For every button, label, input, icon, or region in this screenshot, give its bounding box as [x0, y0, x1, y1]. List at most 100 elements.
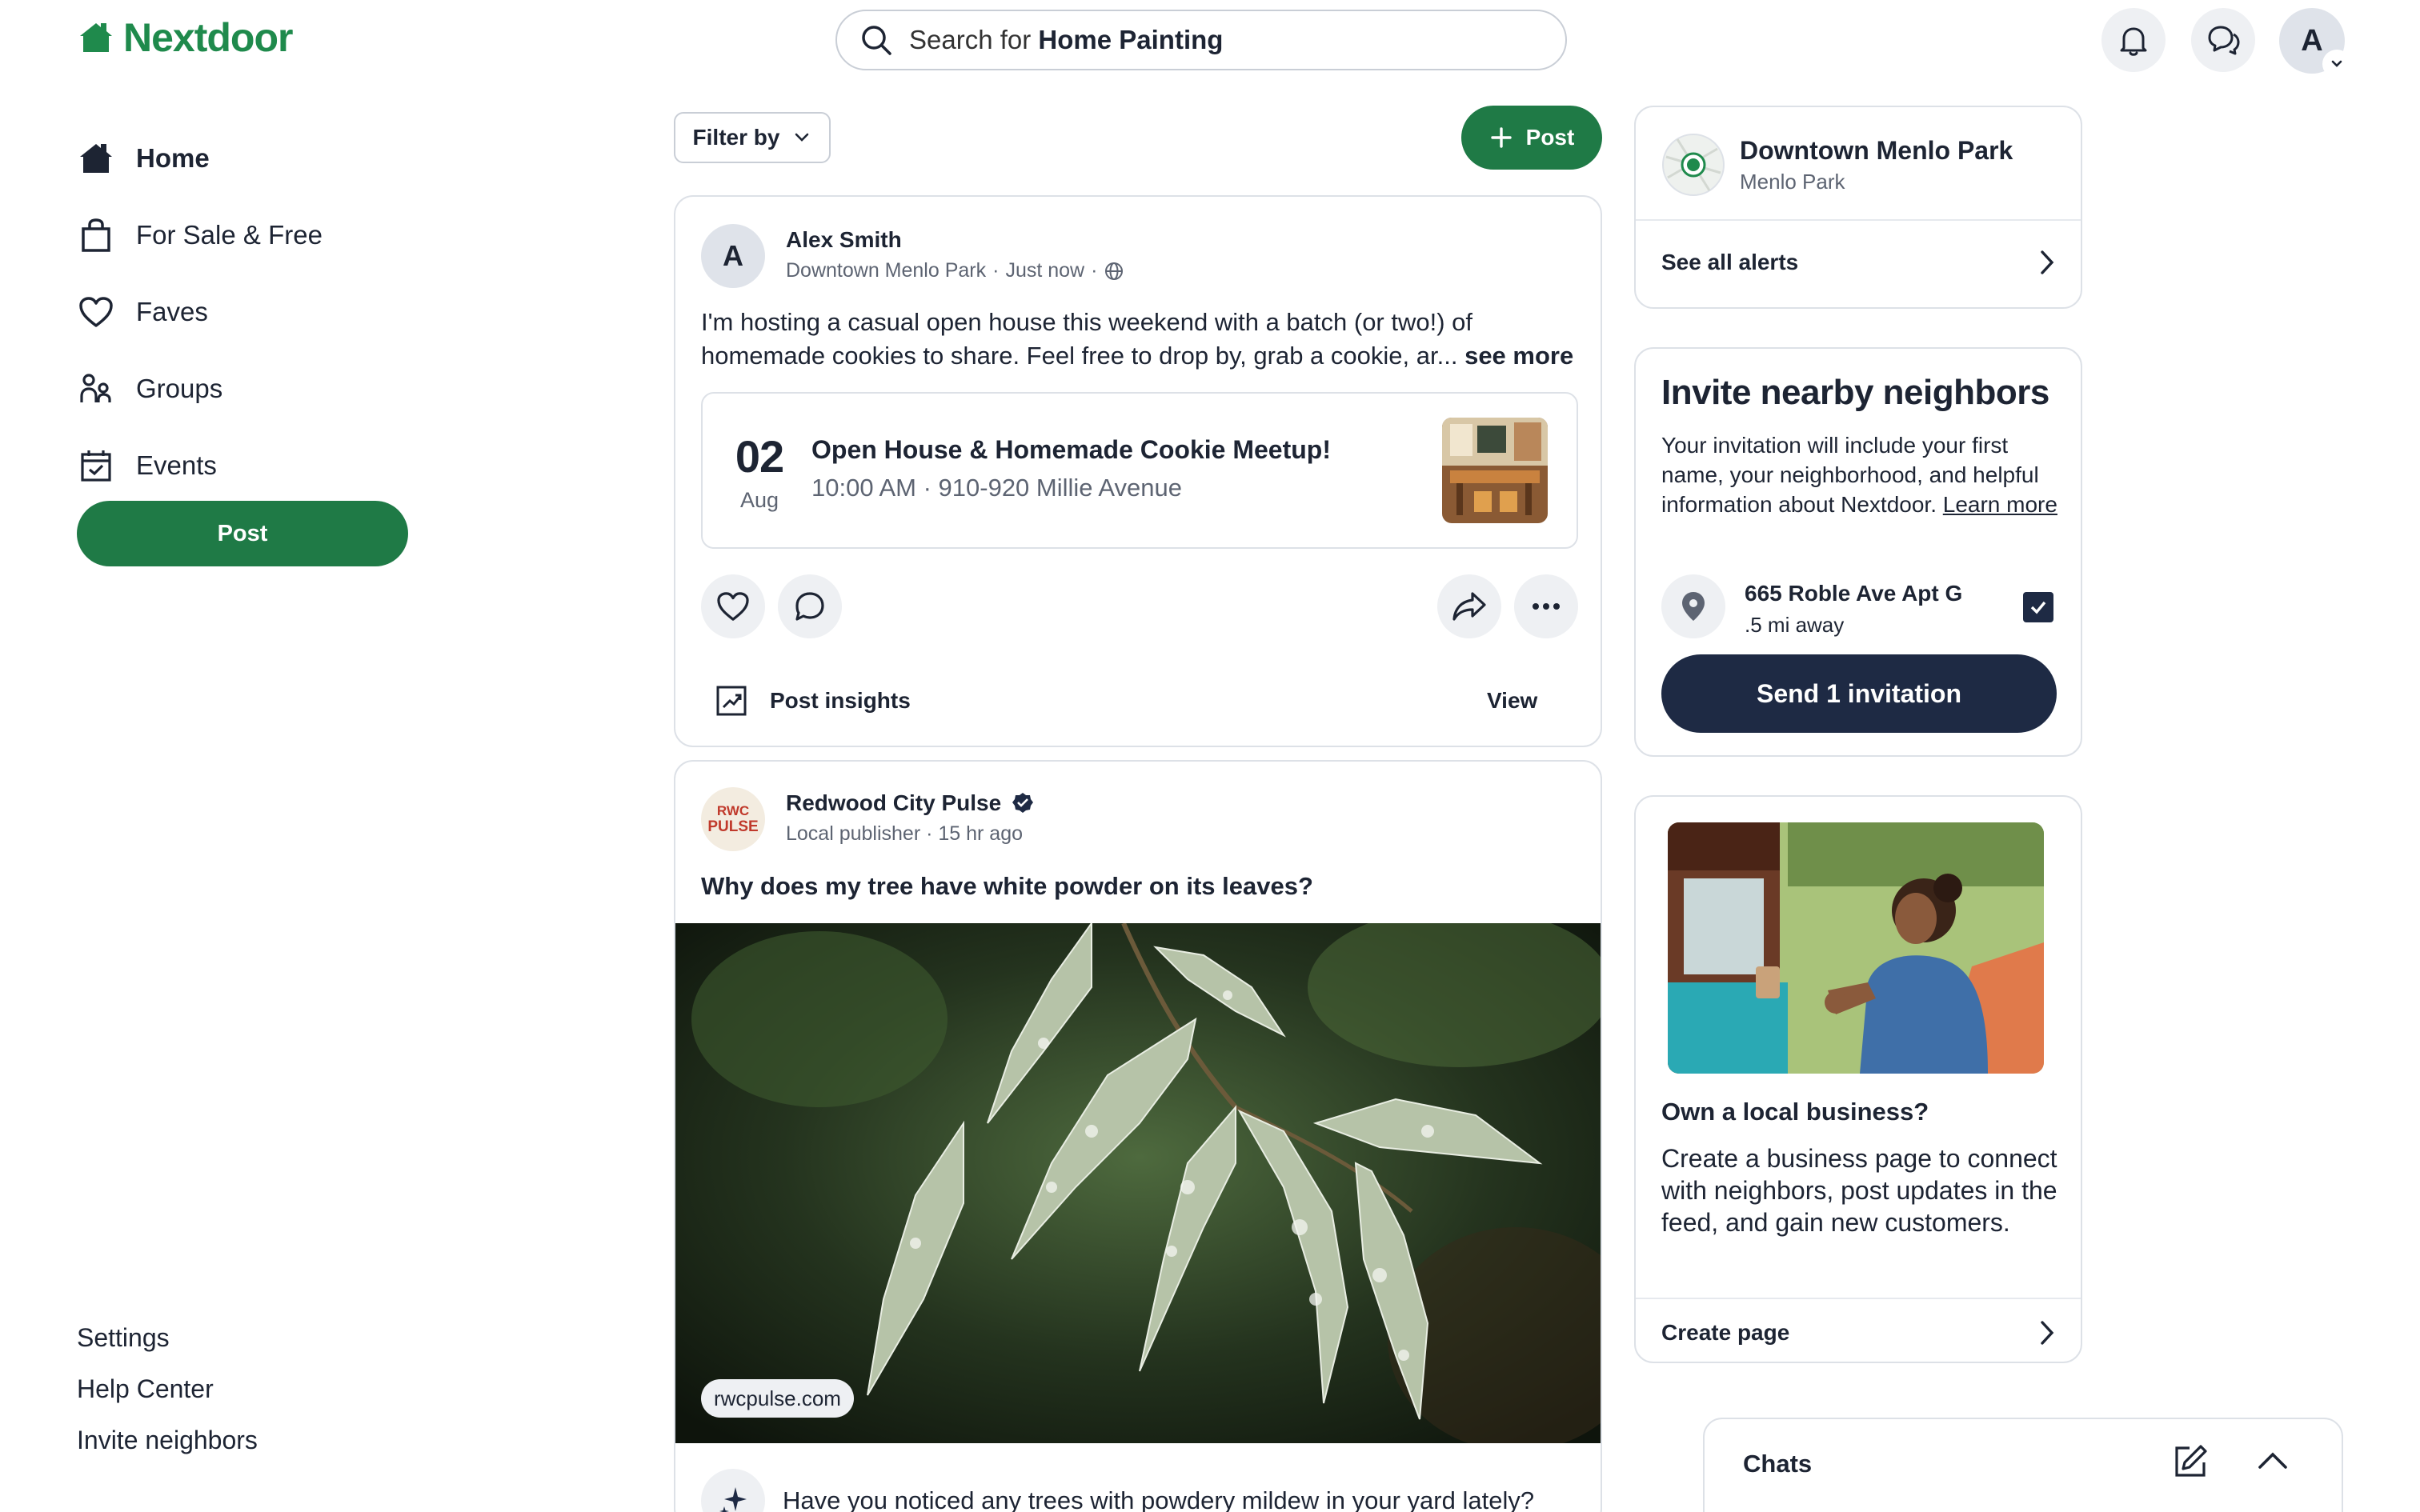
author-name[interactable]: Alex Smith — [786, 227, 902, 253]
search-icon — [862, 26, 891, 55]
avatar-text: PULSE — [707, 818, 759, 835]
discussion-prompt[interactable]: Have you noticed any trees with powdery … — [701, 1469, 1534, 1512]
sidebar-post-button[interactable]: Post — [77, 501, 408, 566]
discussion-prompt-text: Have you noticed any trees with powdery … — [783, 1486, 1535, 1512]
avatar-letter: A — [723, 239, 743, 272]
compose-message-button[interactable] — [2172, 1443, 2209, 1480]
nextdoor-logo[interactable]: Nextdoor — [77, 14, 293, 61]
create-post-button[interactable]: Post — [1461, 106, 1602, 170]
event-details: 10:00 AM · 910-920 Millie Avenue — [811, 474, 1183, 502]
more-options-button[interactable] — [1514, 574, 1578, 638]
settings-link[interactable]: Settings — [77, 1312, 258, 1363]
view-insights-link[interactable]: View — [1487, 688, 1537, 714]
sidebar-item-faves[interactable]: Faves — [77, 274, 429, 350]
sidebar-item-label: Home — [136, 143, 210, 173]
see-more-link[interactable]: see more — [1464, 342, 1573, 370]
invite-title: Invite nearby neighbors — [1661, 373, 2049, 412]
avatar-letter: A — [2301, 23, 2323, 58]
share-button[interactable] — [1437, 574, 1501, 638]
post-meta: Downtown Menlo Park · Just now · — [786, 259, 1124, 282]
author-avatar[interactable]: A — [701, 224, 765, 288]
publisher-avatar[interactable]: RWC PULSE — [701, 787, 765, 851]
invite-checkbox[interactable] — [2023, 592, 2053, 622]
chat-bubbles-icon — [2208, 26, 2240, 55]
brand-name: Nextdoor — [123, 15, 293, 60]
neighborhood-city: Menlo Park — [1740, 170, 1845, 194]
post-body-line: homemade cookies to share. Feel free to … — [701, 342, 1574, 370]
article-title[interactable]: Why does my tree have white powder on it… — [701, 872, 1313, 901]
calendar-icon — [77, 446, 115, 485]
publisher-meta: Local publisher · 15 hr ago — [786, 822, 1024, 845]
learn-more-link[interactable]: Learn more — [1943, 492, 2057, 517]
collapse-chats-button[interactable] — [2257, 1448, 2289, 1472]
send-invitation-button[interactable]: Send 1 invitation — [1661, 654, 2057, 733]
author-neighborhood[interactable]: Downtown Menlo Park — [786, 259, 986, 282]
sidebar-nav: Home For Sale & Free Faves Groups Events — [77, 120, 429, 504]
messages-button[interactable] — [2191, 8, 2255, 72]
plus-icon — [1490, 127, 1512, 148]
create-page-label: Create page — [1661, 1320, 1790, 1345]
house-logo-icon — [80, 23, 112, 52]
profile-menu-chevron[interactable] — [2322, 50, 2351, 78]
checkmark-icon — [2030, 601, 2046, 614]
event-day: 02 — [735, 431, 784, 482]
share-icon — [1452, 592, 1486, 621]
see-all-alerts-label: See all alerts — [1661, 250, 1799, 274]
filter-label: Filter by — [692, 125, 780, 150]
invite-description: Your invitation will include your first … — [1661, 430, 2061, 519]
event-month: Aug — [739, 488, 779, 512]
create-post-label: Post — [1525, 125, 1575, 150]
business-promo-image — [1668, 822, 2044, 1074]
event-thumbnail — [1442, 418, 1548, 523]
insights-chart-icon — [716, 686, 747, 716]
sidebar-item-label: Groups — [136, 374, 223, 403]
comment-button[interactable] — [778, 574, 842, 638]
groups-icon — [77, 370, 115, 408]
heart-icon — [717, 592, 749, 621]
sidebar-item-events[interactable]: Events — [77, 427, 429, 504]
event-title: Open House & Homemade Cookie Meetup! — [811, 435, 1331, 464]
shopping-bag-icon — [77, 216, 115, 254]
publisher-name-row[interactable]: Redwood City Pulse — [786, 790, 1035, 816]
feed-post-article: RWC PULSE Redwood City Pulse Local publi… — [674, 760, 1602, 1512]
compose-icon — [2175, 1445, 2207, 1477]
article-source-chip[interactable]: rwcpulse.com — [701, 1379, 854, 1418]
chevron-right-icon — [2041, 250, 2054, 274]
neighborhood-alerts-card: Downtown Menlo Park Menlo Park See all a… — [1634, 106, 2082, 309]
invite-neighbors-link[interactable]: Invite neighbors — [77, 1414, 258, 1466]
help-center-link[interactable]: Help Center — [77, 1363, 258, 1414]
business-title: Own a local business? — [1661, 1098, 1929, 1126]
meta-separator: · — [992, 259, 1000, 282]
home-icon — [77, 139, 115, 178]
bell-icon — [2120, 27, 2147, 56]
chevron-up-icon — [2258, 1452, 2287, 1469]
like-button[interactable] — [701, 574, 765, 638]
publisher-name: Redwood City Pulse — [786, 790, 1002, 815]
sidebar-item-label: Events — [136, 450, 217, 480]
sidebar-item-label: Faves — [136, 297, 208, 326]
search-placeholder: Search for Home Painting — [909, 25, 1224, 54]
meta-separator: · — [1091, 259, 1098, 282]
event-card[interactable]: 02 Aug Open House & Homemade Cookie Meet… — [701, 392, 1578, 549]
article-image[interactable] — [675, 923, 1601, 1443]
card-divider — [1636, 219, 2081, 221]
sidebar-footer-links: Settings Help Center Invite neighbors — [77, 1312, 258, 1466]
card-divider — [1636, 1298, 2081, 1299]
invite-neighbors-card: Invite nearby neighbors Your invitation … — [1634, 347, 2082, 757]
create-page-row[interactable]: Create page — [1661, 1304, 2057, 1362]
business-description: Create a business page to connect with n… — [1661, 1144, 2057, 1237]
filter-by-dropdown[interactable]: Filter by — [674, 112, 831, 163]
notifications-button[interactable] — [2101, 8, 2166, 72]
post-insights-row[interactable]: Post insights — [715, 685, 911, 717]
chats-panel[interactable]: Chats — [1703, 1418, 2343, 1512]
chevron-down-icon — [2331, 60, 2342, 67]
see-all-alerts-row[interactable]: See all alerts — [1661, 230, 2057, 294]
chats-title: Chats — [1743, 1450, 1813, 1478]
sidebar-item-for-sale[interactable]: For Sale & Free — [77, 197, 429, 274]
sidebar-item-groups[interactable]: Groups — [77, 350, 429, 427]
search-input[interactable]: Search for Home Painting — [835, 10, 1567, 70]
avatar-text: RWC — [716, 803, 750, 818]
neighborhood-name[interactable]: Downtown Menlo Park — [1740, 136, 2013, 166]
ellipsis-icon — [1533, 603, 1560, 610]
sidebar-item-home[interactable]: Home — [77, 120, 429, 197]
